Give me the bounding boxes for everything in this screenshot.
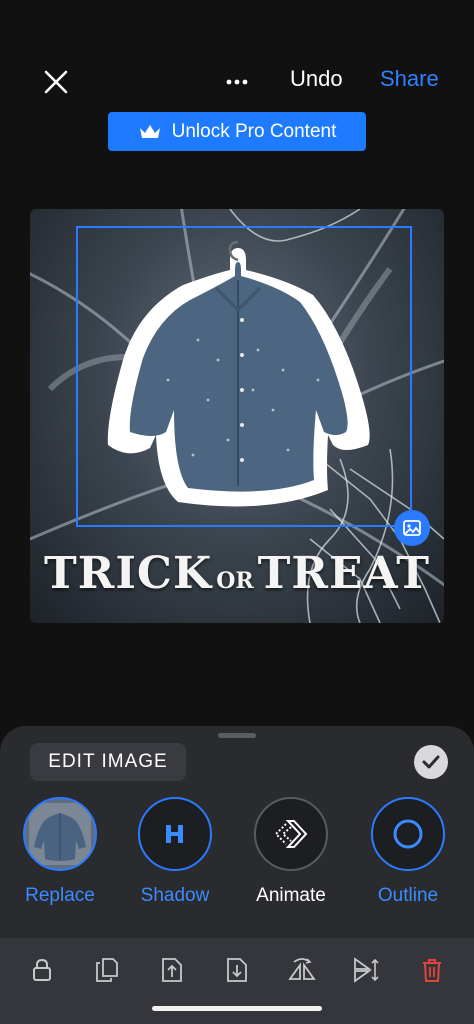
shadow-tool[interactable]: Shadow	[125, 797, 225, 907]
more-horizontal-icon	[226, 79, 248, 85]
sheet-grabber[interactable]	[218, 733, 256, 738]
trick-text: TRICK	[44, 548, 213, 599]
top-bar: Undo Share	[0, 52, 474, 108]
replace-thumbnail	[23, 797, 97, 871]
flip-vertical-button[interactable]	[353, 956, 381, 984]
replace-tool[interactable]: Replace	[10, 797, 110, 907]
home-indicator[interactable]	[152, 1006, 322, 1011]
lock-icon	[33, 958, 51, 981]
shadow-label: Shadow	[140, 885, 210, 906]
duplicate-icon	[96, 958, 118, 982]
image-icon	[403, 520, 421, 536]
delete-button[interactable]	[418, 956, 446, 984]
send-backward-icon	[227, 958, 247, 982]
or-text: OR	[216, 568, 254, 594]
crown-icon	[139, 124, 160, 138]
animate-icon	[274, 820, 308, 848]
animate-tool[interactable]: Animate	[241, 797, 341, 907]
shadow-circle	[138, 797, 212, 871]
treat-text: TREAT	[257, 548, 430, 599]
replace-image-badge[interactable]	[394, 510, 430, 546]
share-button[interactable]: Share	[380, 66, 439, 92]
outline-circle	[371, 797, 445, 871]
flip-horizontal-icon	[288, 958, 316, 980]
more-button[interactable]	[220, 62, 254, 102]
bring-forward-button[interactable]	[158, 956, 186, 984]
shadow-icon	[166, 825, 183, 843]
trash-icon	[423, 959, 441, 982]
trick-or-treat-text[interactable]: TRICK ORTREAT	[30, 548, 444, 599]
outline-label: Outline	[377, 885, 439, 906]
undo-button[interactable]: Undo	[290, 66, 343, 92]
send-backward-button[interactable]	[223, 956, 251, 984]
flip-vertical-icon	[354, 957, 379, 983]
lock-button[interactable]	[28, 956, 56, 984]
selection-box[interactable]	[76, 226, 412, 527]
close-button[interactable]	[36, 62, 76, 102]
shirt-thumbnail	[29, 803, 91, 865]
duplicate-button[interactable]	[93, 956, 121, 984]
outline-tool[interactable]: Outline	[358, 797, 458, 907]
flip-horizontal-button[interactable]	[288, 956, 316, 984]
edit-image-title: EDIT IMAGE	[30, 743, 186, 781]
unlock-pro-label: Unlock Pro Content	[171, 120, 337, 142]
replace-label: Replace	[25, 885, 95, 906]
close-icon	[44, 70, 68, 94]
animate-circle	[254, 797, 328, 871]
bring-forward-icon	[162, 958, 182, 982]
outline-icon	[393, 819, 423, 849]
confirm-button[interactable]	[414, 745, 448, 779]
animate-label: Animate	[256, 885, 326, 906]
checkmark-icon	[422, 755, 440, 769]
unlock-pro-button[interactable]: Unlock Pro Content	[108, 112, 366, 151]
app-screen: Undo Share Unlock Pro Content TRICK ORTR…	[0, 0, 474, 1024]
